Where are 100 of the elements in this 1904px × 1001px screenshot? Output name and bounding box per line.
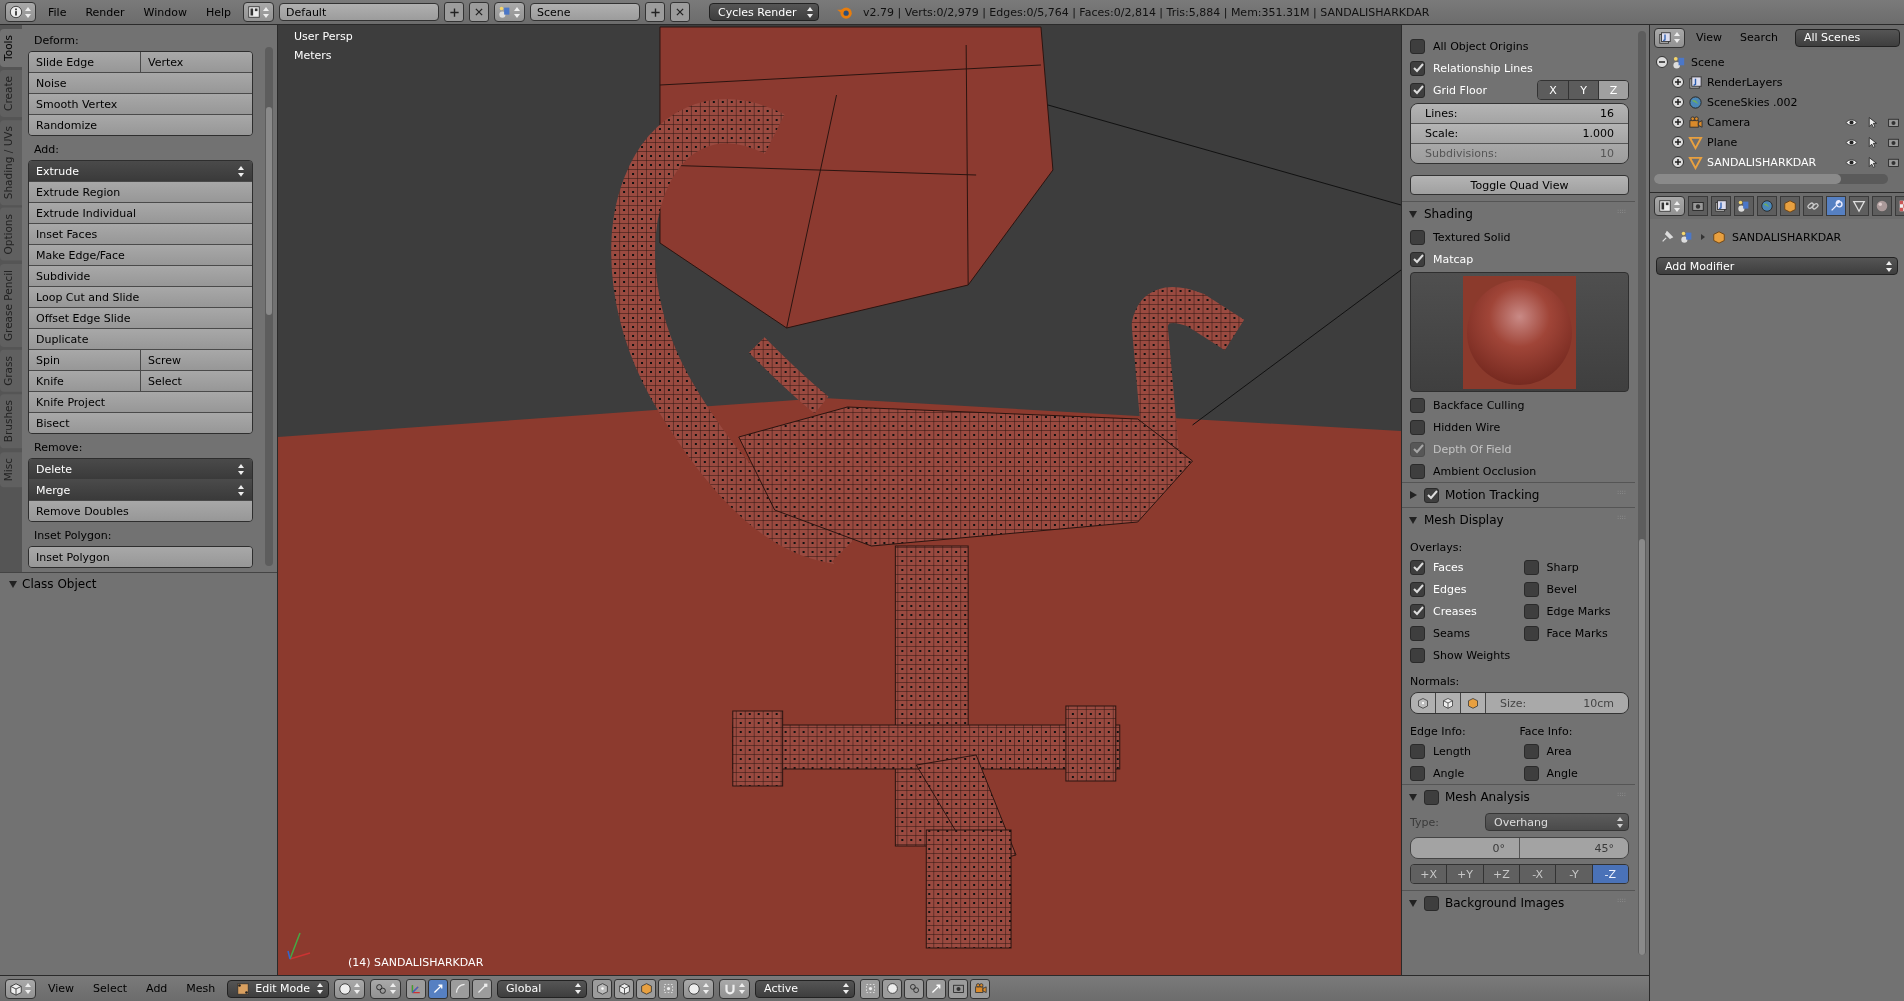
outliner-item[interactable]: RenderLayers: [1707, 75, 1783, 89]
pivot-menu[interactable]: [370, 978, 402, 999]
toggle-quad-view-button[interactable]: Toggle Quad View: [1410, 175, 1629, 195]
expand-triangle-icon[interactable]: [1408, 792, 1418, 802]
checkbox[interactable]: [1410, 82, 1425, 98]
tool-button[interactable]: Extrude Individual: [29, 203, 252, 223]
checkbox[interactable]: [1410, 647, 1425, 663]
checkbox[interactable]: [1410, 765, 1425, 781]
close-button[interactable]: [469, 2, 490, 22]
tool-button[interactable]: Offset Edge Slide: [29, 308, 252, 328]
matcap-preview[interactable]: [1410, 272, 1629, 392]
expand-triangle-icon[interactable]: [1408, 490, 1418, 500]
menu-item[interactable]: Search: [1733, 29, 1785, 46]
toggle-button[interactable]: +Y: [1446, 865, 1483, 883]
outliner-item[interactable]: SANDALISHARKDAR: [1707, 155, 1817, 169]
checkbox[interactable]: [1410, 60, 1425, 76]
checkbox[interactable]: [1424, 789, 1439, 805]
browse-button[interactable]: [494, 2, 526, 22]
properties-tab[interactable]: [1849, 196, 1869, 216]
expand-triangle-icon[interactable]: [8, 579, 18, 589]
outliner-item[interactable]: Camera: [1707, 115, 1751, 129]
toggle-button[interactable]: X: [1538, 81, 1568, 99]
properties-tab[interactable]: [1826, 196, 1846, 216]
checkbox[interactable]: [1410, 743, 1425, 759]
tool-button[interactable]: Inset Polygon: [29, 547, 252, 567]
menu-item[interactable]: View: [1689, 29, 1730, 46]
checkbox[interactable]: [1523, 765, 1539, 781]
tool-button[interactable]: Select: [140, 371, 252, 391]
checkbox[interactable]: [1410, 38, 1425, 54]
render-engine-dropdown[interactable]: Cycles Render: [709, 3, 820, 21]
proportional-edit-menu[interactable]: [683, 978, 715, 999]
number-field[interactable]: Scale: 1.000: [1411, 123, 1628, 143]
menu-item[interactable]: File: [41, 3, 74, 21]
menu-item[interactable]: Select: [86, 980, 135, 997]
editor-type-menu[interactable]: [5, 978, 36, 999]
type-dropdown[interactable]: Overhang: [1485, 813, 1629, 831]
select-mode-button[interactable]: [614, 978, 635, 999]
menu-item[interactable]: Add: [139, 980, 175, 997]
add-modifier-dropdown[interactable]: Add Modifier: [1656, 257, 1898, 275]
toggle-button[interactable]: +Z: [1482, 865, 1519, 883]
outliner-item[interactable]: Plane: [1707, 135, 1738, 149]
checkbox[interactable]: [1410, 251, 1425, 267]
scene-field[interactable]: Scene: [530, 3, 641, 21]
tool-button[interactable]: Inset Faces: [29, 224, 252, 244]
shading-menu[interactable]: [334, 978, 366, 999]
checkbox[interactable]: [1410, 625, 1425, 641]
pivot-dropdown[interactable]: Active: [755, 979, 856, 998]
browse-button[interactable]: [243, 2, 275, 22]
tool-button[interactable]: Subdivide: [29, 266, 252, 286]
menu-item[interactable]: Render: [78, 3, 132, 21]
editor-type-menu[interactable]: [1654, 196, 1685, 216]
layout-field[interactable]: Default: [279, 3, 440, 21]
checkbox[interactable]: [1410, 603, 1425, 619]
expand-toggle[interactable]: [1672, 156, 1684, 168]
editor-type-menu[interactable]: [1654, 27, 1685, 48]
add-button[interactable]: [645, 2, 666, 22]
toggle-button[interactable]: -Y: [1555, 865, 1592, 883]
checkbox[interactable]: [1410, 419, 1425, 435]
scrollbar[interactable]: [265, 47, 273, 566]
scrollbar[interactable]: [1654, 174, 1888, 184]
editor-type-menu[interactable]: [5, 2, 36, 22]
properties-tab[interactable]: [1688, 196, 1708, 216]
expand-toggle[interactable]: [1672, 76, 1684, 88]
tool-button[interactable]: Knife: [29, 371, 140, 391]
checkbox[interactable]: [1424, 895, 1439, 911]
outliner-item[interactable]: Scene: [1691, 55, 1725, 69]
tool-button[interactable]: Duplicate: [29, 329, 252, 349]
close-button[interactable]: [670, 2, 691, 22]
add-button[interactable]: [444, 2, 465, 22]
outliner-item[interactable]: SceneSkies .002: [1707, 95, 1798, 109]
tool-button[interactable]: Remove Doubles: [29, 501, 252, 521]
panel-tab[interactable]: Tools: [0, 29, 22, 67]
snap-menu[interactable]: [719, 978, 751, 999]
checkbox[interactable]: [1410, 559, 1425, 575]
expand-toggle[interactable]: [1672, 136, 1684, 148]
checkbox[interactable]: [1410, 463, 1425, 479]
checkbox[interactable]: [1410, 581, 1425, 597]
expand-toggle[interactable]: [1656, 56, 1668, 68]
dropdown-button[interactable]: Delete: [29, 459, 252, 479]
checkbox[interactable]: [1523, 625, 1539, 641]
manipulator-button[interactable]: [428, 978, 449, 999]
tool-button[interactable]: Bisect: [29, 413, 252, 433]
checkbox[interactable]: [1523, 743, 1539, 759]
scenes-filter-dropdown[interactable]: All Scenes: [1794, 28, 1900, 47]
dropdown-button[interactable]: Extrude: [29, 161, 252, 181]
expand-toggle[interactable]: [1672, 116, 1684, 128]
scrollbar[interactable]: [1638, 31, 1646, 955]
manipulator-button[interactable]: [472, 978, 493, 999]
tool-button[interactable]: Spin: [29, 350, 140, 370]
manipulator-button[interactable]: [450, 978, 471, 999]
toggle-button[interactable]: Y: [1568, 81, 1598, 99]
tool-button[interactable]: Knife Project: [29, 392, 252, 412]
properties-tab[interactable]: [1734, 196, 1754, 216]
orientation-dropdown[interactable]: Global: [497, 979, 588, 998]
toolbar-button[interactable]: [882, 978, 903, 999]
checkbox[interactable]: [1523, 581, 1539, 597]
properties-tab[interactable]: [1780, 196, 1800, 216]
toolbar-button[interactable]: [860, 978, 881, 999]
checkbox[interactable]: [1410, 397, 1425, 413]
tool-button[interactable]: Randomize: [29, 115, 252, 135]
